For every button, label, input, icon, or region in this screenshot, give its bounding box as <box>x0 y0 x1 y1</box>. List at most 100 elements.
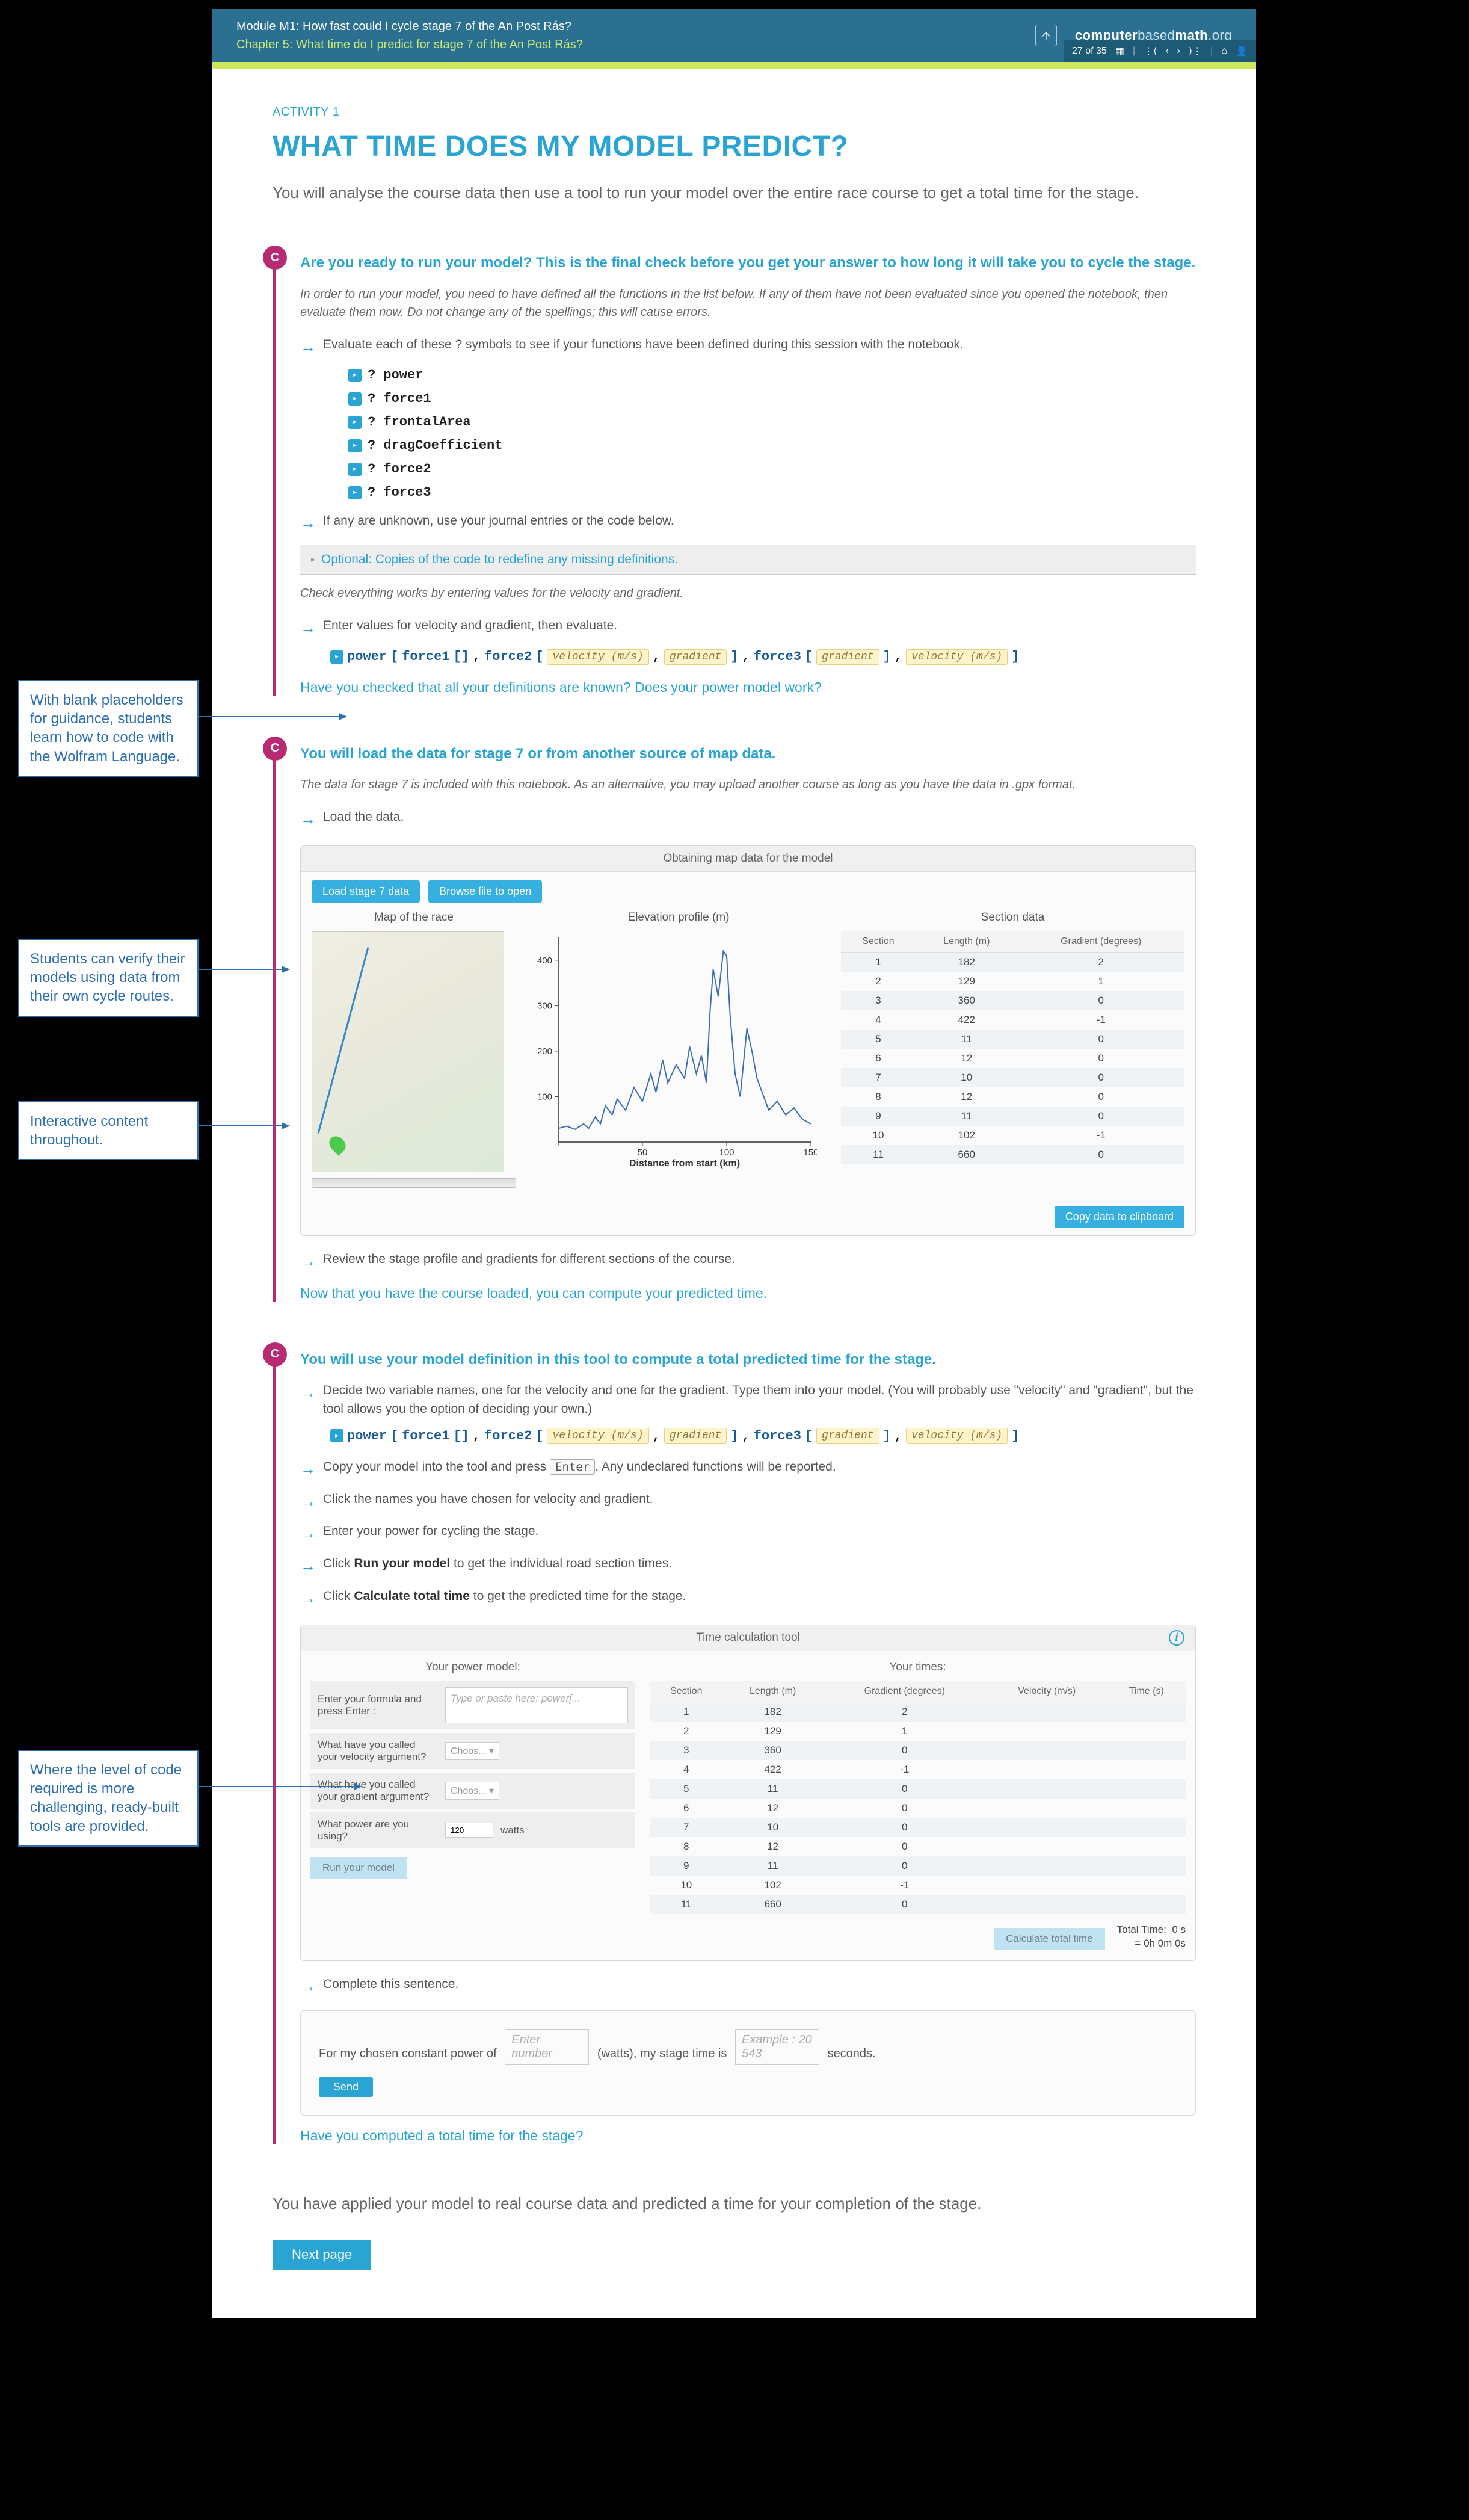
step: →Enter values for velocity and gradient,… <box>300 617 1196 640</box>
optional-toggle[interactable]: ▸Optional: Copies of the code to redefin… <box>300 545 1196 575</box>
send-button[interactable]: Send <box>319 2077 373 2097</box>
code-def-row[interactable]: ▸? force3 <box>348 485 1196 500</box>
arrow-icon: → <box>300 1522 316 1545</box>
chapter-title: Chapter 5: What time do I predict for st… <box>236 36 583 54</box>
evaluate-icon[interactable]: ▸ <box>348 486 362 499</box>
svg-text:100: 100 <box>537 1092 552 1102</box>
module-title: Module M1: How fast could I cycle stage … <box>236 17 583 36</box>
table-row: 4422-1 <box>650 1760 1186 1779</box>
code-def-row[interactable]: ▸? power <box>348 368 1196 383</box>
placeholder-velocity[interactable]: velocity (m/s) <box>547 1428 648 1444</box>
svg-text:400: 400 <box>537 956 552 966</box>
user-icon[interactable]: 👤 <box>1236 45 1248 57</box>
table-row: 116600 <box>650 1895 1186 1914</box>
placeholder-gradient[interactable]: gradient <box>816 1428 879 1444</box>
placeholder-gradient[interactable]: gradient <box>664 1428 727 1444</box>
times-heading: Your times: <box>650 1661 1186 1674</box>
arrow-icon: → <box>300 808 316 831</box>
evaluate-icon[interactable]: ▸ <box>348 463 362 476</box>
table-row: 7100 <box>650 1818 1186 1837</box>
step: →Review the stage profile and gradients … <box>300 1250 1196 1273</box>
load-stage-button[interactable]: Load stage 7 data <box>312 880 420 903</box>
map-pin-icon <box>326 1133 349 1156</box>
map-slider[interactable] <box>312 1178 516 1188</box>
section-load: C You will load the data for stage 7 or … <box>273 744 1196 1302</box>
nav-first-icon[interactable]: ⋮⟨ <box>1144 45 1157 57</box>
code-def-row[interactable]: ▸? force1 <box>348 391 1196 406</box>
total-seconds: 0 s <box>1172 1924 1186 1935</box>
grid-icon[interactable]: ▦ <box>1115 45 1124 57</box>
code-cell[interactable]: ▸ power[force1[], force2[velocity (m/s),… <box>300 649 1196 665</box>
next-page-button[interactable]: Next page <box>273 2240 371 2270</box>
placeholder-velocity[interactable]: velocity (m/s) <box>547 649 648 665</box>
copy-clipboard-button[interactable]: Copy data to clipboard <box>1055 1206 1184 1228</box>
sentence-text: seconds. <box>828 2047 876 2060</box>
table-row: 9110 <box>650 1856 1186 1876</box>
run-model-button[interactable]: Run your model <box>310 1857 407 1879</box>
placeholder-gradient[interactable]: gradient <box>816 649 879 665</box>
callout-line <box>199 1786 361 1787</box>
power-input[interactable] <box>445 1823 493 1838</box>
nav-last-icon[interactable]: ⟩⋮ <box>1189 45 1202 57</box>
data-column: Section data SectionLength (m)Gradient (… <box>841 911 1184 1188</box>
evaluate-icon[interactable]: ▸ <box>348 439 362 452</box>
arrow-icon: → <box>300 512 316 535</box>
home-icon[interactable]: ⌂ <box>1221 46 1227 57</box>
table-row: 6120 <box>841 1049 1184 1068</box>
code-list: ▸? power ▸? force1 ▸? frontalArea ▸? dragCo… <box>300 368 1196 500</box>
info-icon[interactable]: i <box>1169 1630 1184 1646</box>
code-def-row[interactable]: ▸? force2 <box>348 462 1196 477</box>
power-unit: watts <box>500 1824 525 1836</box>
section-check: C Are you ready to run your model? This … <box>273 253 1196 696</box>
nav-prev-icon[interactable]: ‹ <box>1165 46 1168 57</box>
table-row: 21291 <box>841 972 1184 991</box>
elevation-chart: 50100150100200300400Distance from start … <box>528 931 817 1172</box>
browse-file-button[interactable]: Browse file to open <box>428 880 542 903</box>
triangle-icon: ▸ <box>311 554 315 564</box>
section-sub: In order to run your model, you need to … <box>300 285 1196 321</box>
times-column: Your times: SectionLength (m)Gradient (d… <box>650 1661 1186 1951</box>
velocity-select[interactable]: Choos... ▾ <box>445 1742 499 1760</box>
svg-text:150: 150 <box>803 1147 817 1158</box>
chart-column: Elevation profile (m) 501001501002003004… <box>528 911 829 1188</box>
placeholder-velocity[interactable]: velocity (m/s) <box>906 1428 1008 1444</box>
map-column: Map of the race <box>312 911 516 1188</box>
section-heading: Are you ready to run your model? This is… <box>300 253 1196 273</box>
code-def-row[interactable]: ▸? frontalArea <box>348 415 1196 430</box>
outro-text: You have applied your model to real cour… <box>273 2192 1196 2216</box>
power-number-input[interactable]: Enter number <box>505 2029 589 2065</box>
nav-strip <box>212 62 1256 69</box>
gradient-row: What have you called your gradient argum… <box>310 1773 635 1809</box>
callout-placeholders: With blank placeholders for guidance, st… <box>18 680 199 777</box>
form-heading: Your power model: <box>310 1661 635 1674</box>
placeholder-gradient[interactable]: gradient <box>664 649 727 665</box>
table-row: 4422-1 <box>841 1010 1184 1030</box>
code-cell[interactable]: ▸ power[force1[], force2[velocity (m/s),… <box>300 1428 1196 1444</box>
formula-input[interactable]: Type or paste here: power[... <box>445 1687 628 1723</box>
evaluate-icon[interactable]: ▸ <box>348 416 362 429</box>
map-title: Map of the race <box>312 911 516 924</box>
gradient-select[interactable]: Choos... ▾ <box>445 1782 499 1800</box>
calc-total-button[interactable]: Calculate total time <box>994 1928 1105 1950</box>
page: Module M1: How fast could I cycle stage … <box>212 9 1256 2318</box>
evaluate-icon[interactable]: ▸ <box>348 369 362 382</box>
arrow-icon: → <box>300 1587 316 1610</box>
section-compute: C You will use your model definition in … <box>273 1350 1196 2144</box>
arrow-icon: → <box>300 1555 316 1578</box>
evaluate-icon[interactable]: ▸ <box>330 1429 343 1442</box>
tool-header: Time calculation tool i <box>301 1625 1195 1651</box>
map-view[interactable] <box>312 931 504 1172</box>
velocity-row: What have you called your velocity argum… <box>310 1733 635 1769</box>
form-column: Your power model: Enter your formula and… <box>310 1661 635 1951</box>
section-heading: You will load the data for stage 7 or fr… <box>300 744 1196 764</box>
tool-header: Obtaining map data for the model <box>301 846 1195 872</box>
evaluate-icon[interactable]: ▸ <box>348 392 362 406</box>
time-number-input[interactable]: Example : 20 543 <box>735 2029 819 2065</box>
nav-next-icon[interactable]: › <box>1177 46 1180 57</box>
share-icon[interactable] <box>1035 25 1057 46</box>
code-def-row[interactable]: ▸? dragCoefficient <box>348 438 1196 453</box>
step: →Click Calculate total time to get the p… <box>300 1587 1196 1610</box>
placeholder-velocity[interactable]: velocity (m/s) <box>906 649 1008 665</box>
evaluate-icon[interactable]: ▸ <box>330 650 343 664</box>
check-text: Check everything works by entering value… <box>300 584 1196 602</box>
